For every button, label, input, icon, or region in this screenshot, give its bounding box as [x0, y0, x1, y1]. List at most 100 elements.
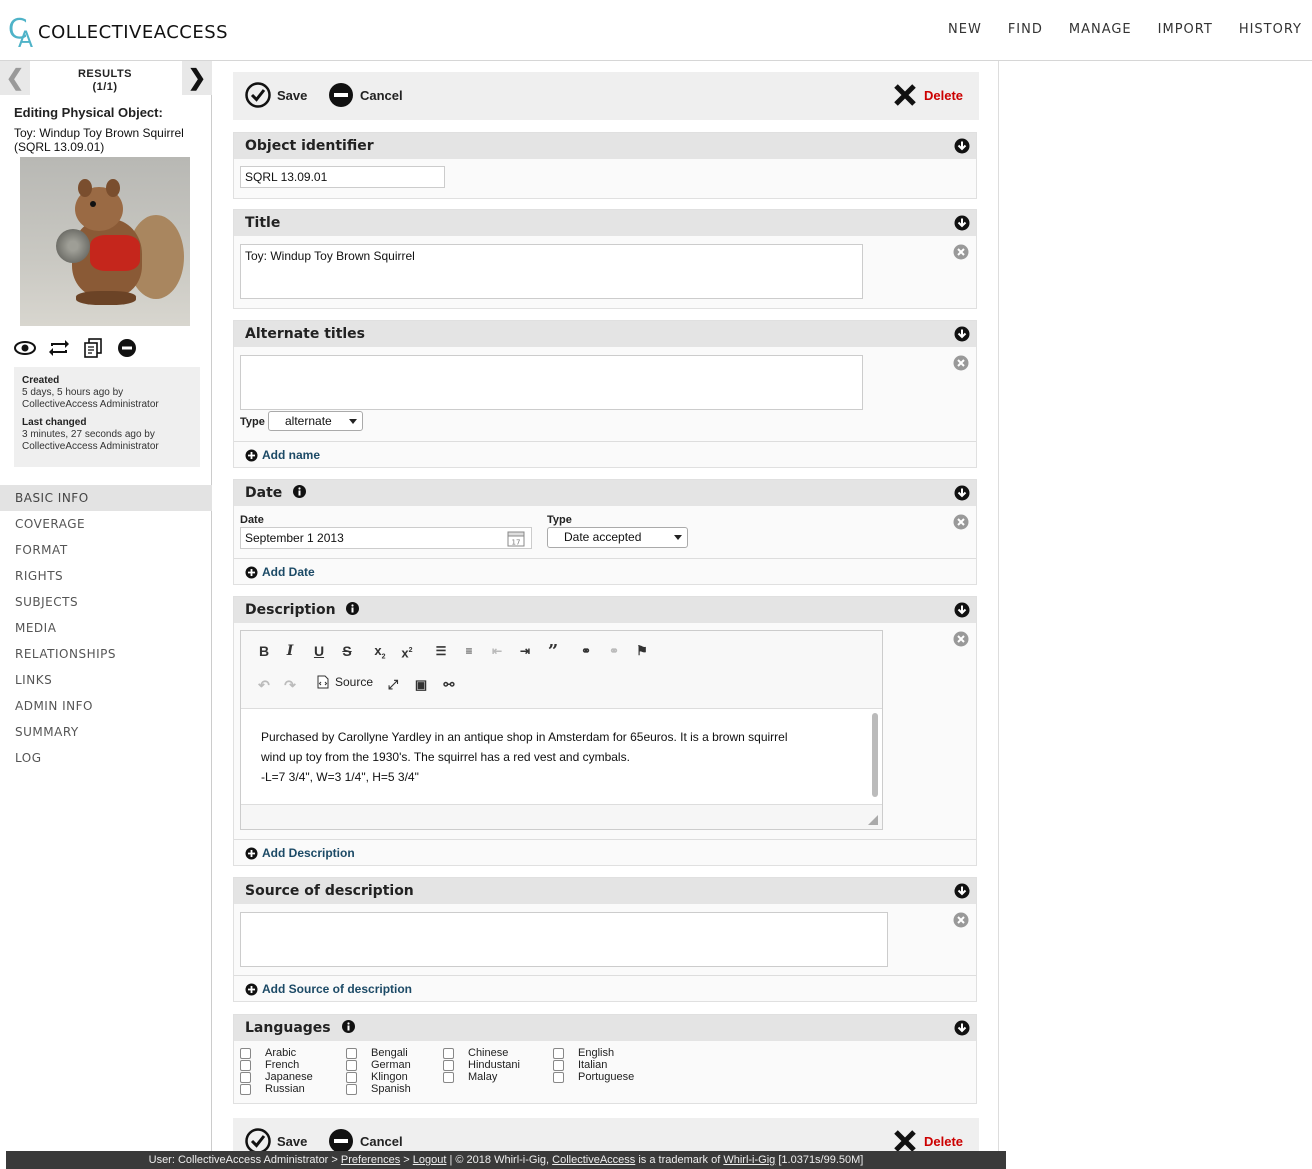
eye-icon[interactable] [14, 337, 36, 359]
resize-handle-icon[interactable] [868, 815, 878, 825]
language-checkbox-english[interactable]: English [553, 1047, 614, 1059]
sidebar-item-admin-info[interactable]: ADMIN INFO [0, 693, 212, 719]
description-text-body[interactable]: Purchased by Carollyne Yardley in an ant… [241, 709, 882, 805]
previous-result-button[interactable]: ❮ [0, 61, 30, 95]
bundle-header: Date [234, 480, 976, 506]
image-icon[interactable]: ▣ [410, 674, 432, 696]
bold-icon[interactable]: B [253, 640, 275, 662]
nav-new[interactable]: NEW [948, 22, 982, 37]
anchor-flag-icon[interactable]: ⚑ [631, 640, 653, 662]
nav-manage[interactable]: MANAGE [1069, 22, 1132, 37]
info-icon[interactable] [341, 1020, 355, 1033]
sidebar-item-basic-info[interactable]: BASIC INFO [0, 485, 212, 511]
language-checkbox-arabic[interactable]: Arabic [240, 1047, 296, 1059]
collectiveaccess-link[interactable]: CollectiveAccess [552, 1154, 635, 1166]
sidebar-item-media[interactable]: MEDIA [0, 615, 212, 641]
sidebar-item-relationships[interactable]: RELATIONSHIPS [0, 641, 212, 667]
collapse-arrow-icon[interactable] [954, 602, 970, 618]
undo-icon[interactable]: ↶ [253, 674, 275, 696]
add-date-button[interactable]: Add Date [245, 565, 315, 579]
cancel-button[interactable]: Cancel [328, 82, 403, 108]
remove-circle-icon[interactable] [953, 631, 969, 647]
bundle-description: Description B I U S x2 x2 ☰ ≡ ⇤ ⇥ ” ⚭ ⚭ … [233, 596, 977, 866]
sidebar-item-log[interactable]: LOG [0, 745, 212, 771]
language-checkbox-chinese[interactable]: Chinese [443, 1047, 508, 1059]
collapse-arrow-icon[interactable] [954, 215, 970, 231]
language-checkbox-malay[interactable]: Malay [443, 1071, 497, 1083]
underline-icon[interactable]: U [308, 640, 330, 662]
language-checkbox-spanish[interactable]: Spanish [346, 1083, 411, 1095]
delete-button[interactable]: Delete [892, 82, 963, 108]
next-result-button[interactable]: ❯ [182, 61, 212, 95]
remove-circle-icon[interactable] [953, 514, 969, 530]
collapse-arrow-icon[interactable] [954, 1020, 970, 1036]
sidebar-item-summary[interactable]: SUMMARY [0, 719, 212, 745]
nav-find[interactable]: FIND [1008, 22, 1043, 37]
redo-icon[interactable]: ↷ [279, 674, 301, 696]
nav-import[interactable]: IMPORT [1158, 22, 1213, 37]
repeat-icon[interactable] [48, 337, 70, 359]
language-checkbox-italian[interactable]: Italian [553, 1059, 607, 1071]
date-input[interactable]: September 1 2013 [240, 527, 532, 549]
link-icon[interactable]: ⚭ [575, 640, 597, 662]
info-icon[interactable] [293, 485, 307, 498]
link-chain-icon[interactable]: ⚯ [438, 674, 460, 696]
collapse-arrow-icon[interactable] [954, 485, 970, 501]
indent-icon[interactable]: ⇥ [514, 640, 536, 662]
preferences-link[interactable]: Preferences [341, 1154, 400, 1166]
bulleted-list-icon[interactable]: ≡ [458, 640, 480, 662]
language-checkbox-portuguese[interactable]: Portuguese [553, 1071, 634, 1083]
language-checkbox-french[interactable]: French [240, 1059, 299, 1071]
alternate-title-textarea[interactable] [240, 355, 863, 410]
language-checkbox-klingon[interactable]: Klingon [346, 1071, 408, 1083]
language-checkbox-german[interactable]: German [346, 1059, 411, 1071]
nav-history[interactable]: HISTORY [1239, 22, 1302, 37]
add-source-button[interactable]: Add Source of description [245, 982, 412, 996]
sidebar-item-coverage[interactable]: COVERAGE [0, 511, 212, 537]
logout-link[interactable]: Logout [413, 1154, 447, 1166]
maximize-icon[interactable]: ⤢ [382, 674, 404, 696]
language-checkbox-russian[interactable]: Russian [240, 1083, 305, 1095]
sidebar-item-subjects[interactable]: SUBJECTS [0, 589, 212, 615]
source-button[interactable]: Source [317, 675, 373, 689]
blockquote-icon[interactable]: ” [542, 641, 564, 663]
save-button[interactable]: Save [245, 82, 307, 108]
add-name-button[interactable]: Add name [245, 448, 320, 462]
sidebar-item-links[interactable]: LINKS [0, 667, 212, 693]
collectiveaccess-logo[interactable]: C A COLLECTIVEACCESS [8, 12, 228, 53]
remove-circle-icon[interactable] [953, 355, 969, 371]
title-textarea[interactable]: Toy: Windup Toy Brown Squirrel [240, 244, 863, 299]
collapse-arrow-icon[interactable] [954, 326, 970, 342]
info-icon[interactable] [346, 602, 360, 615]
numbered-list-icon[interactable]: ☰ [430, 640, 452, 662]
language-checkbox-japanese[interactable]: Japanese [240, 1071, 313, 1083]
remove-circle-icon[interactable] [953, 244, 969, 260]
language-checkbox-hindustani[interactable]: Hindustani [443, 1059, 520, 1071]
alternate-type-select[interactable]: alternate [268, 411, 363, 431]
duplicate-icon[interactable] [82, 337, 104, 359]
unlink-icon[interactable]: ⚭ [603, 640, 625, 662]
object-identifier-input[interactable]: SQRL 13.09.01 [240, 166, 445, 188]
results-label: RESULTS (1/1) [30, 68, 180, 94]
subscript-icon[interactable]: x2 [369, 640, 391, 662]
sidebar-item-format[interactable]: FORMAT [0, 537, 212, 563]
description-line-2: wind up toy from the 1930's. The squirre… [261, 750, 630, 764]
remove-icon[interactable] [116, 337, 138, 359]
collapse-arrow-icon[interactable] [954, 138, 970, 154]
editor-scrollbar[interactable] [872, 713, 878, 797]
source-textarea[interactable] [240, 912, 888, 967]
whirl-i-gig-link[interactable]: Whirl-i-Gig [723, 1154, 775, 1166]
outdent-icon[interactable]: ⇤ [486, 640, 508, 662]
object-thumbnail[interactable] [20, 157, 190, 326]
strikethrough-icon[interactable]: S [336, 640, 358, 662]
date-type-select[interactable]: Date accepted [547, 527, 688, 548]
collapse-arrow-icon[interactable] [954, 883, 970, 899]
superscript-icon[interactable]: x2 [396, 640, 418, 662]
calendar-icon[interactable]: 17 [507, 530, 525, 547]
remove-circle-icon[interactable] [953, 912, 969, 928]
italic-icon[interactable]: I [279, 640, 301, 662]
language-checkbox-bengali[interactable]: Bengali [346, 1047, 408, 1059]
divider [234, 558, 976, 559]
sidebar-item-rights[interactable]: RIGHTS [0, 563, 212, 589]
add-description-button[interactable]: Add Description [245, 846, 355, 860]
